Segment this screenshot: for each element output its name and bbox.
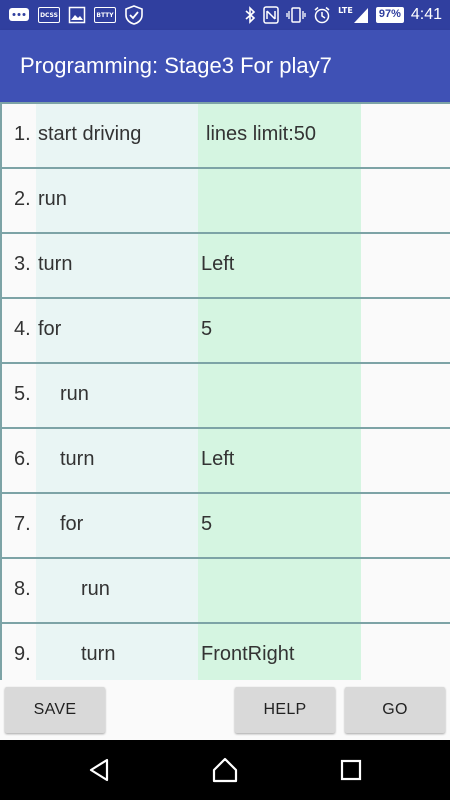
bluetooth-icon [244,6,256,24]
back-icon[interactable] [85,755,115,785]
program-line[interactable]: 6. turn Left [0,427,450,492]
home-icon[interactable] [210,755,240,785]
line-command[interactable]: turn [38,253,72,276]
signal-icon: LTE [338,6,369,24]
button-bar: SAVE HELP GO [0,680,450,740]
line-number: 7. [14,513,31,535]
messages-icon [8,6,30,24]
dcss-icon: DCSS [38,7,60,23]
line-command[interactable]: turn [60,448,94,471]
line-number: 9. [14,643,31,665]
program-line[interactable]: 4. for 5 [0,297,450,362]
shield-icon [124,5,144,25]
app-bar: Programming: Stage3 For play7 [0,30,450,102]
go-button[interactable]: GO [345,687,445,733]
vibrate-icon [286,6,306,24]
battery-indicator: 97% [375,7,404,23]
recents-icon[interactable] [336,755,366,785]
page-title: Programming: Stage3 For play7 [20,53,332,78]
system-icons: LTE 97% 4:41 [244,6,442,24]
app-icon: BTTY [94,7,116,23]
line-number: 3. [14,253,31,275]
line-number: 6. [14,448,31,470]
line-argument[interactable]: 5 [201,513,212,536]
line-command[interactable]: for [38,318,61,341]
lte-label: LTE [338,6,353,15]
clock: 4:41 [410,6,442,23]
program-line[interactable]: 3. turn Left [0,232,450,297]
line-number: 2. [14,188,31,210]
line-number: 4. [14,318,31,340]
save-button[interactable]: SAVE [5,687,105,733]
program-line[interactable]: 1. start driving lines limit:50 [0,102,450,167]
line-command[interactable]: run [38,188,67,211]
line-command[interactable]: start driving [38,123,141,146]
help-button[interactable]: HELP [235,687,335,733]
line-argument[interactable]: 5 [201,318,212,341]
line-argument[interactable]: Left [201,253,234,276]
program-line[interactable]: 9. turn FrontRight [0,622,450,680]
line-command[interactable]: for [60,513,83,536]
program-list[interactable]: 1. start driving lines limit:50 2. run 3. turn… [0,102,450,680]
notification-icons: DCSS BTTY [8,5,244,25]
line-argument[interactable]: FrontRight [201,643,294,666]
line-command[interactable]: run [81,578,110,601]
status-bar: DCSS BTTY LTE 97% 4:41 [0,0,450,30]
program-line[interactable]: 5. run [0,362,450,427]
nfc-icon [263,6,279,24]
line-number: 5. [14,383,31,405]
program-line[interactable]: 8. run [0,557,450,622]
image-icon [68,6,86,24]
line-command[interactable]: run [60,383,89,406]
program-line[interactable]: 2. run [0,167,450,232]
line-argument[interactable]: Left [201,448,234,471]
program-line[interactable]: 7. for 5 [0,492,450,557]
line-number: 8. [14,578,31,600]
line-number: 1. [14,123,31,145]
navigation-bar [0,740,450,800]
alarm-icon [313,6,331,24]
line-argument[interactable]: lines limit:50 [206,123,316,146]
line-command[interactable]: turn [81,643,115,666]
